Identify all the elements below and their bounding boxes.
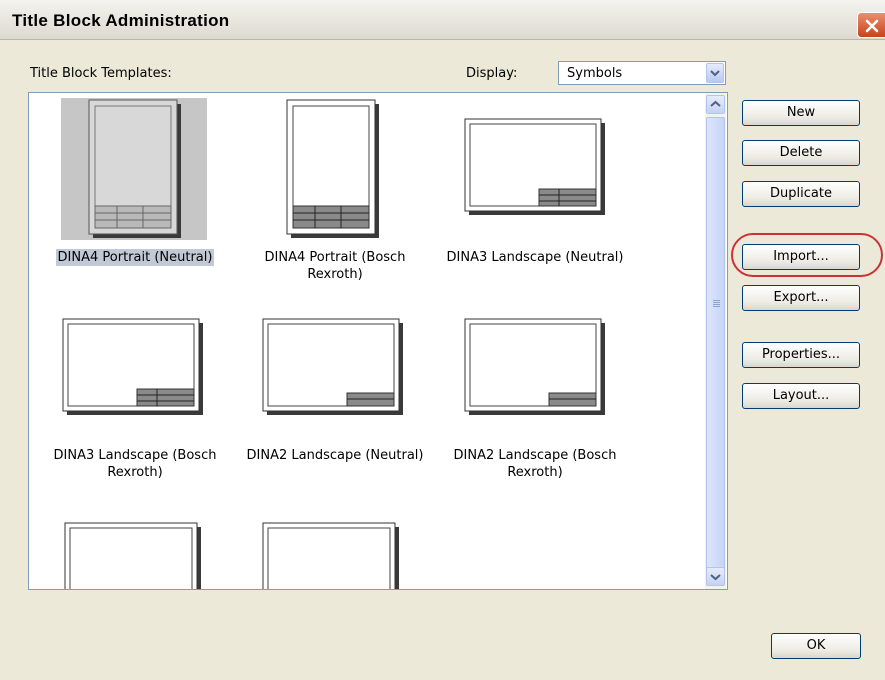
display-dropdown-button[interactable] [706, 63, 724, 83]
ok-button[interactable]: OK [771, 633, 861, 659]
display-label: Display: [466, 66, 518, 81]
scroll-down-button[interactable] [706, 567, 725, 586]
landscape-sheet-thumbnail [64, 522, 201, 589]
template-label: DINA3 Landscape (Neutral) [446, 250, 624, 265]
landscape-sheet-thumbnail [464, 118, 605, 215]
scroll-up-button[interactable] [706, 95, 725, 114]
close-button[interactable] [857, 12, 885, 38]
scroll-thumb[interactable] [706, 117, 725, 581]
layout-button[interactable]: Layout... [742, 383, 860, 409]
display-select[interactable]: Symbols [558, 61, 726, 85]
portrait-sheet-thumbnail [88, 99, 181, 238]
export-button[interactable]: Export... [742, 285, 860, 311]
scroll-up-arrow-icon [710, 100, 721, 107]
template-label: DINA2 Landscape (Neutral) [246, 448, 424, 463]
new-button[interactable]: New [742, 100, 860, 126]
landscape-sheet-thumbnail [262, 522, 399, 589]
duplicate-button[interactable]: Duplicate [742, 181, 860, 207]
delete-button[interactable]: Delete [742, 140, 860, 166]
vertical-scrollbar[interactable] [705, 93, 726, 589]
template-label: DINA4 Portrait (Bosch Rexroth) [264, 250, 406, 282]
chevron-down-icon [710, 70, 720, 77]
scroll-down-arrow-icon [710, 574, 721, 581]
landscape-sheet-thumbnail [262, 318, 403, 415]
landscape-sheet-thumbnail [464, 318, 605, 415]
title-bar: Title Block Administration [0, 0, 885, 40]
window-title: Title Block Administration [12, 11, 230, 30]
templates-label: Title Block Templates: [30, 66, 172, 81]
close-icon [865, 19, 879, 33]
template-label: DINA2 Landscape (Bosch Rexroth) [453, 448, 617, 480]
portrait-sheet-thumbnail [286, 99, 379, 238]
display-select-value: Symbols [567, 66, 623, 81]
template-label: DINA4 Portrait (Neutral) [55, 249, 215, 266]
import-highlight-annotation [731, 233, 883, 277]
template-list[interactable]: DINA4 Portrait (Neutral) DINA4 Portrait … [28, 92, 728, 590]
template-label: DINA3 Landscape (Bosch Rexroth) [53, 448, 217, 480]
properties-button[interactable]: Properties... [742, 342, 860, 368]
landscape-sheet-thumbnail [62, 318, 203, 415]
